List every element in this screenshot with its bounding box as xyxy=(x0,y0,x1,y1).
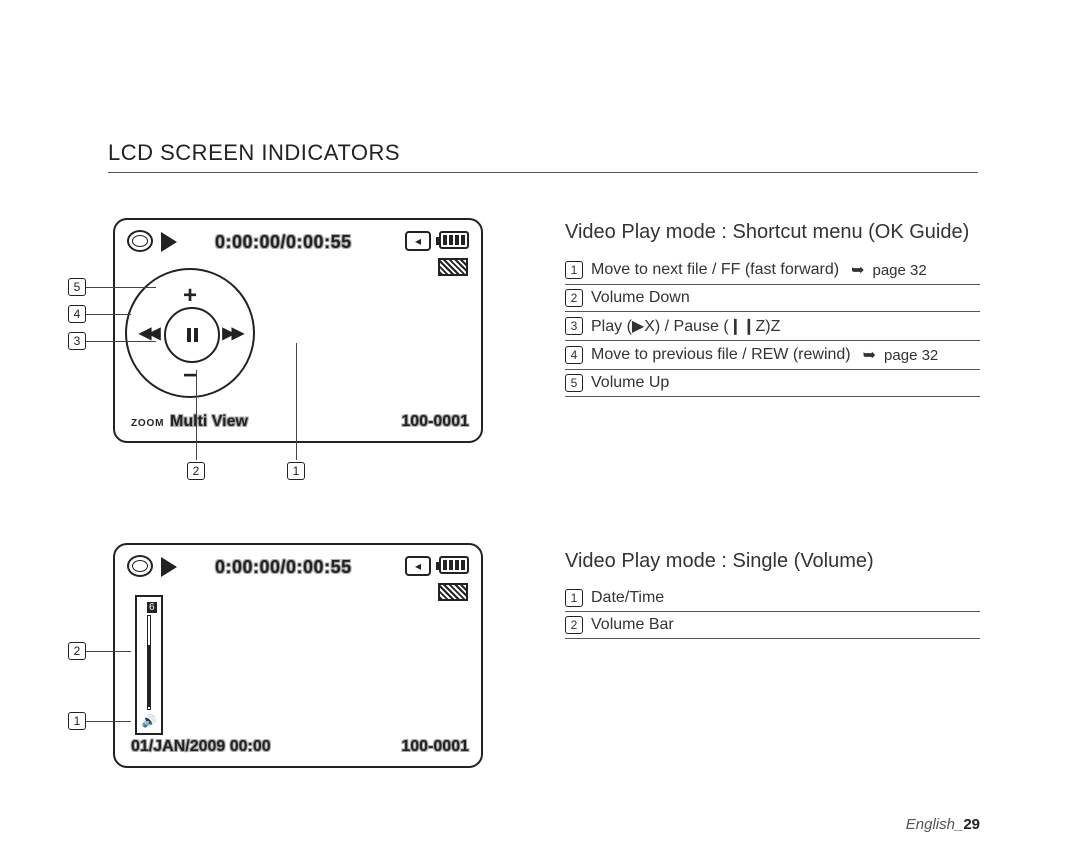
page-footer: English_29 xyxy=(906,816,980,833)
callout-5: 5 xyxy=(68,278,156,296)
callout-line-1 xyxy=(296,343,297,460)
callout-2: 2 xyxy=(187,462,205,480)
file-number: 100-0001 xyxy=(401,738,469,756)
file-number: 100-0001 xyxy=(401,413,469,431)
item-text: Volume Up xyxy=(591,374,669,392)
forward-icon: ▶▶ xyxy=(222,323,241,343)
callout-3: 3 xyxy=(68,332,156,350)
multi-view-label: Multi View xyxy=(170,413,248,431)
page-title: LCD SCREEN INDICATORS xyxy=(108,140,400,166)
play-icon xyxy=(161,232,177,252)
lcd-screen-bottom: 0:00:00/0:00:55 6 🔊 01/JAN/2009 00:00 10… xyxy=(113,543,483,768)
item-number: 2 xyxy=(565,289,583,307)
lcd-screen-top: 0:00:00/0:00:55 + − ◀◀ ▶▶ ZOOM Multi Vie… xyxy=(113,218,483,443)
info-row: 1 Move to next file / FF (fast forward) … xyxy=(565,256,980,285)
battery-icon xyxy=(439,231,469,249)
back-icon xyxy=(405,231,431,251)
section-shortcut-menu: Video Play mode : Shortcut menu (OK Guid… xyxy=(565,221,980,397)
back-icon xyxy=(405,556,431,576)
item-number: 4 xyxy=(565,346,583,364)
grid-icon xyxy=(438,258,468,276)
time-counter: 0:00:00/0:00:55 xyxy=(215,557,352,578)
item-number: 2 xyxy=(565,616,583,634)
item-number: 5 xyxy=(565,374,583,392)
volume-level: 6 xyxy=(147,602,157,613)
info-row: 5 Volume Up xyxy=(565,370,980,397)
info-row: 4 Move to previous file / REW (rewind) ➥… xyxy=(565,341,980,370)
callout-number: 4 xyxy=(68,305,86,323)
volume-down-icon: − xyxy=(183,362,197,390)
datetime-label: 01/JAN/2009 00:00 xyxy=(131,738,271,756)
callout-number: 5 xyxy=(68,278,86,296)
pause-button xyxy=(164,307,220,363)
callout-number: 1 xyxy=(287,462,305,480)
callout-b1: 1 xyxy=(68,712,131,730)
page-ref: page 32 xyxy=(872,262,926,279)
play-icon xyxy=(161,557,177,577)
item-number: 3 xyxy=(565,317,583,335)
item-text: Move to previous file / REW (rewind) xyxy=(591,346,851,364)
item-text: Play (▶X) / Pause (❙❙Z)Z xyxy=(591,316,780,336)
item-text: Move to next file / FF (fast forward) xyxy=(591,261,839,279)
callout-1: 1 xyxy=(287,462,305,480)
item-number: 1 xyxy=(565,589,583,607)
callout-number: 3 xyxy=(68,332,86,350)
pause-icon xyxy=(187,328,198,342)
callout-number: 2 xyxy=(68,642,86,660)
section-single-volume: Video Play mode : Single (Volume) 1 Date… xyxy=(565,550,980,639)
section-heading: Video Play mode : Shortcut menu (OK Guid… xyxy=(565,221,980,244)
section-heading: Video Play mode : Single (Volume) xyxy=(565,550,980,573)
volume-fill xyxy=(147,645,151,707)
callout-number: 1 xyxy=(68,712,86,730)
volume-bar: 6 🔊 xyxy=(135,595,163,735)
page-ref-icon: ➥ xyxy=(851,260,864,280)
footer-lang: English xyxy=(906,816,955,833)
time-counter: 0:00:00/0:00:55 xyxy=(215,232,352,253)
item-text: Volume Bar xyxy=(591,616,674,634)
callout-b2: 2 xyxy=(68,642,131,660)
info-row: 2 Volume Down xyxy=(565,285,980,312)
volume-up-icon: + xyxy=(183,282,197,310)
grid-icon xyxy=(438,583,468,601)
footer-page-number: 29 xyxy=(963,816,980,833)
callout-line-2 xyxy=(196,370,197,460)
callout-4: 4 xyxy=(68,305,131,323)
page-ref: page 32 xyxy=(884,347,938,364)
zoom-label: ZOOM xyxy=(131,418,164,429)
reel-icon xyxy=(127,230,153,252)
speaker-icon: 🔊 xyxy=(142,714,157,728)
info-row: 1 Date/Time xyxy=(565,585,980,612)
info-row: 3 Play (▶X) / Pause (❙❙Z)Z xyxy=(565,312,980,341)
item-number: 1 xyxy=(565,261,583,279)
item-text: Volume Down xyxy=(591,289,690,307)
title-underline xyxy=(108,172,978,173)
battery-icon xyxy=(439,556,469,574)
reel-icon xyxy=(127,555,153,577)
info-row: 2 Volume Bar xyxy=(565,612,980,639)
callout-number: 2 xyxy=(187,462,205,480)
item-text: Date/Time xyxy=(591,589,664,607)
page-ref-icon: ➥ xyxy=(863,345,876,365)
